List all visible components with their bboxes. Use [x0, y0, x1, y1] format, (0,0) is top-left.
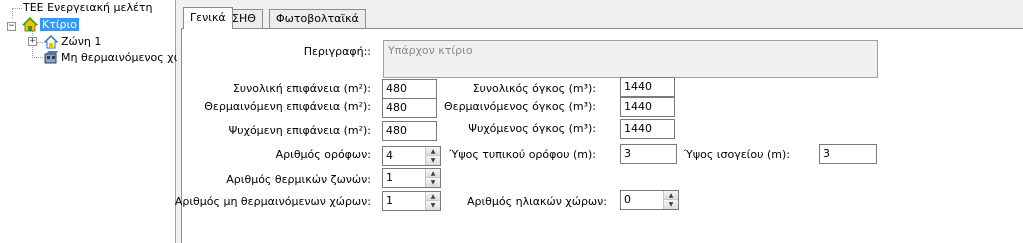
tree-item-zone-1[interactable]: Ζώνη 1 — [61, 34, 101, 50]
collapse-icon[interactable]: − — [7, 22, 16, 31]
unheated-space-icon — [44, 51, 58, 64]
description-field[interactable]: Υπάρχον κτίριο — [383, 40, 878, 78]
spin-up-icon[interactable]: ▲ — [426, 147, 440, 156]
description-label: Περιγραφή:: — [303, 45, 371, 58]
solar-spaces-value: 0 — [624, 193, 631, 206]
unheated-spaces-label: Αριθμός μη θερμαινόμενων χώρων: — [174, 195, 371, 208]
thermal-zones-label: Αριθμός θερμικών ζωνών: — [226, 173, 371, 186]
cooled-volume-input[interactable]: 1440 — [620, 119, 675, 139]
floors-label: Αριθμός ορόφων: — [275, 148, 371, 161]
heated-volume-label: Θερμαινόμενος όγκος (m³): — [443, 100, 596, 113]
unheated-spaces-value: 1 — [386, 194, 393, 207]
cooled-area-input[interactable]: 480 — [382, 121, 437, 141]
project-tree[interactable]: ΤΕΕ Ενεργειακή μελέτη − Κτίριο + Ζώνη 1 … — [0, 0, 183, 243]
tree-connector — [12, 8, 13, 18]
zone-house-icon — [43, 35, 59, 49]
tree-item-label: ΤΕΕ Ενεργειακή μελέτη — [23, 1, 153, 14]
spin-down-icon[interactable]: ▼ — [664, 200, 678, 209]
typical-height-input[interactable]: 3 — [620, 144, 677, 164]
tab-photovoltaics[interactable]: Φωτοβολταϊκά — [269, 9, 366, 28]
spin-down-icon[interactable]: ▼ — [426, 201, 440, 210]
spin-down-icon[interactable]: ▼ — [426, 178, 440, 187]
heated-area-label: Θερμαινόμενη επιφάνεια (m²): — [204, 100, 371, 113]
tab-general[interactable]: Γενικά — [183, 7, 233, 29]
tree-item-label: Μη θερμαινόμενος χώ — [61, 51, 183, 64]
expand-icon[interactable]: + — [28, 37, 37, 46]
total-volume-label: Συνολικός όγκος (m³): — [472, 82, 596, 95]
spin-down-icon[interactable]: ▼ — [426, 156, 440, 165]
heated-area-input[interactable]: 480 — [382, 98, 437, 118]
floors-value: 4 — [386, 149, 393, 162]
typical-height-label: Ύψος τυπικού ορόφου (m): — [449, 148, 596, 161]
tree-item-building[interactable]: Κτίριο — [40, 17, 79, 33]
solar-spaces-label: Αριθμός ηλιακών χώρων: — [466, 195, 607, 208]
ground-height-input[interactable]: 3 — [819, 144, 877, 164]
heated-volume-input[interactable]: 1440 — [620, 97, 675, 117]
tree-connector — [12, 8, 22, 9]
spin-up-icon[interactable]: ▲ — [426, 169, 440, 178]
thermal-zones-value: 1 — [386, 171, 393, 184]
house-icon — [22, 17, 38, 32]
tree-item-unheated[interactable]: Μη θερμαινόμενος χώ — [61, 50, 183, 66]
floors-stepper[interactable]: 4 ▲ ▼ — [382, 146, 441, 166]
unheated-spaces-stepper[interactable]: 1 ▲ ▼ — [382, 191, 441, 211]
spin-up-icon[interactable]: ▲ — [664, 191, 678, 200]
general-panel: Περιγραφή:: Υπάρχον κτίριο Συνολική επιφ… — [175, 28, 1023, 243]
tree-connector — [32, 57, 43, 58]
ground-height-label: Ύψος ισογείου (m): — [683, 148, 790, 161]
tree-item-label: Κτίριο — [40, 18, 79, 31]
cooled-area-label: Ψυχόμενη επιφάνεια (m²): — [228, 124, 371, 137]
tree-item-label: Ζώνη 1 — [61, 35, 102, 48]
tree-item-root[interactable]: ΤΕΕ Ενεργειακή μελέτη — [23, 0, 153, 16]
total-area-label: Συνολική επιφάνεια (m²): — [232, 82, 371, 95]
thermal-zones-stepper[interactable]: 1 ▲ ▼ — [382, 168, 441, 188]
total-area-input[interactable]: 480 — [382, 79, 437, 99]
spin-up-icon[interactable]: ▲ — [426, 192, 440, 201]
solar-spaces-stepper[interactable]: 0 ▲ ▼ — [620, 190, 679, 210]
total-volume-input[interactable]: 1440 — [620, 77, 675, 97]
cooled-volume-label: Ψυχόμενος όγκος (m³): — [468, 122, 596, 135]
